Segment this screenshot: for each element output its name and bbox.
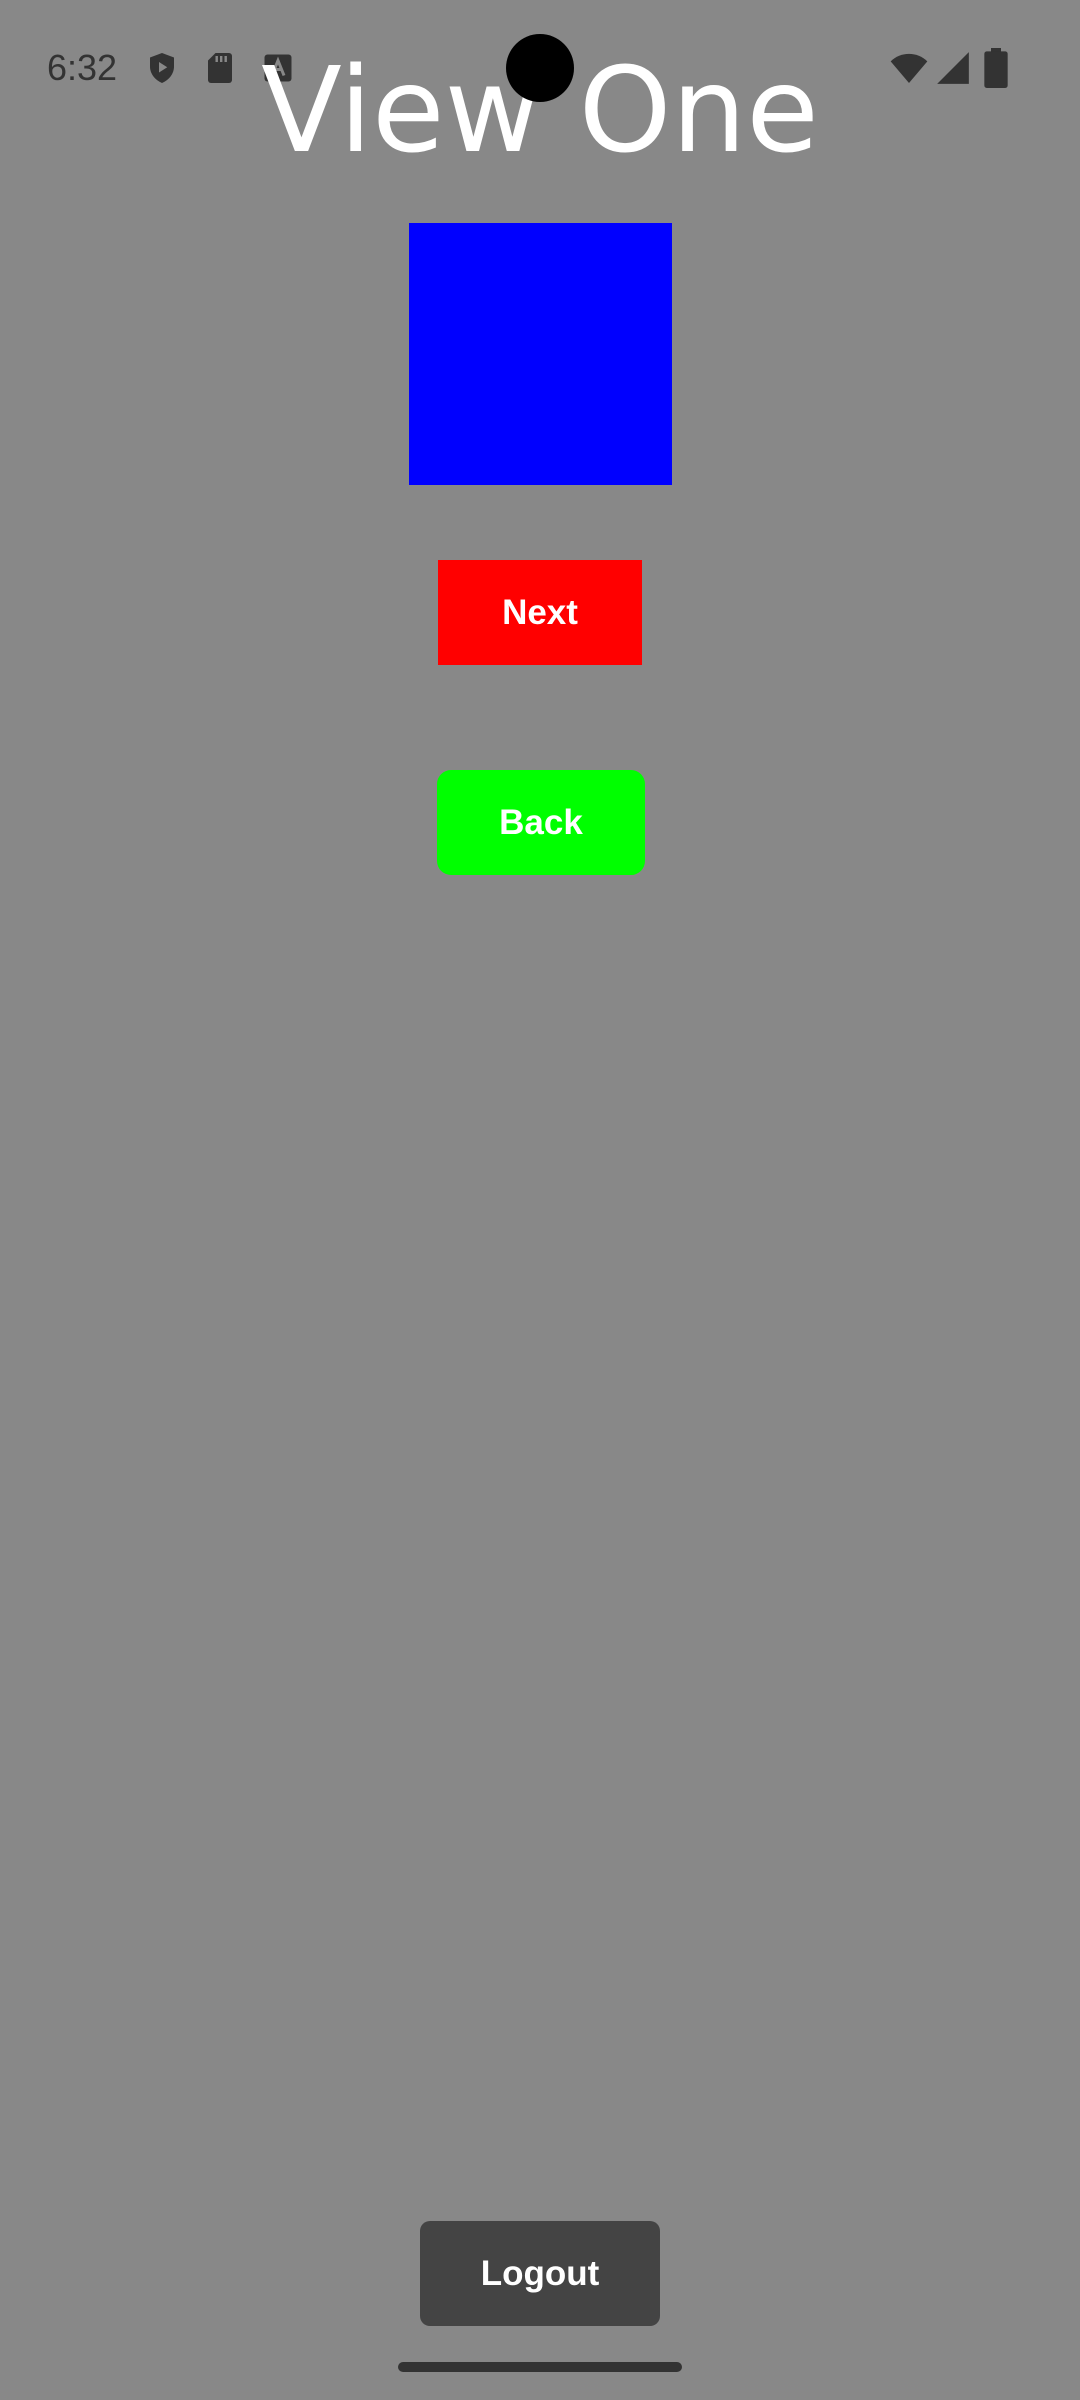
camera-cutout	[506, 34, 574, 102]
back-button[interactable]: Back	[437, 770, 645, 875]
next-button[interactable]: Next	[438, 560, 642, 665]
blue-square	[409, 223, 672, 485]
logout-button[interactable]: Logout	[420, 2221, 660, 2326]
app-screen: 6:32 View One Next Back Logout	[0, 0, 1080, 2400]
home-indicator[interactable]	[398, 2362, 682, 2372]
